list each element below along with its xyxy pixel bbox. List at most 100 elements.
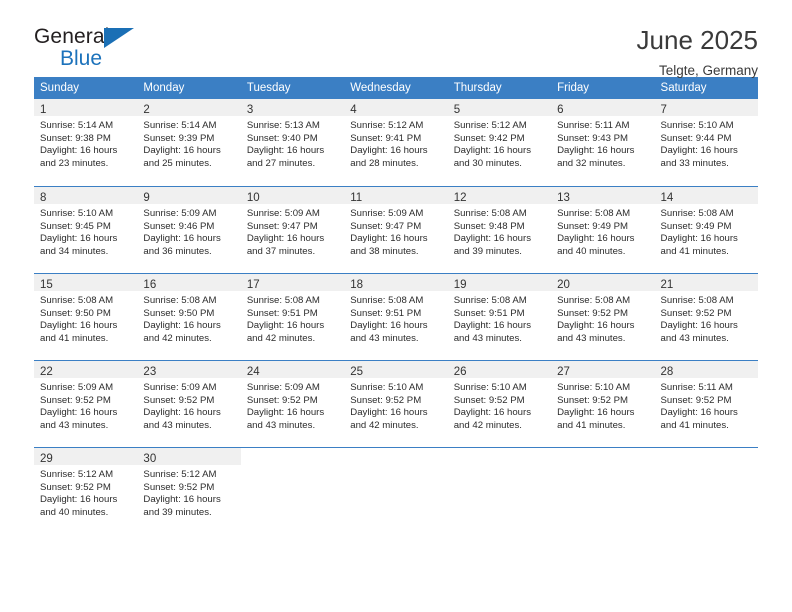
- day-detail-line: Sunset: 9:51 PM: [246, 307, 318, 319]
- day-detail-line: Sunset: 9:41 PM: [350, 132, 422, 144]
- day-detail-line: Sunrise: 5:12 AM: [350, 120, 424, 131]
- day-number: 1: [40, 104, 47, 116]
- day-detail-line: Sunrise: 5:08 AM: [660, 208, 734, 219]
- day-number: 8: [40, 192, 47, 204]
- calendar-day-cell[interactable]: 1 Sunrise: 5:14 AM Sunset: 9:38 PM Daylight…: [34, 99, 138, 186]
- day-detail-line: Sunrise: 5:08 AM: [40, 295, 114, 306]
- day-detail-line: and 32 minutes.: [557, 157, 626, 169]
- day-number-band: 15: [34, 274, 138, 291]
- day-detail-line: and 39 minutes.: [143, 506, 212, 518]
- generalblue-logo[interactable]: General Blue: [34, 26, 184, 76]
- calendar-day-cell[interactable]: 18 Sunrise: 5:08 AM Sunset: 9:51 PM Dayligh…: [344, 274, 448, 360]
- calendar-day-cell[interactable]: 28 Sunrise: 5:11 AM Sunset: 9:52 PM Dayligh…: [654, 361, 758, 447]
- day-detail-line: Daylight: 16 hours: [660, 407, 738, 419]
- day-detail-line: Daylight: 16 hours: [246, 320, 325, 332]
- calendar-day-cell[interactable]: 3 Sunrise: 5:13 AM Sunset: 9:40 PM Daylight…: [240, 99, 345, 186]
- calendar-day-cell[interactable]: 15 Sunrise: 5:08 AM Sunset: 9:50 PM Dayligh…: [34, 274, 138, 360]
- day-number-band: 21: [654, 274, 758, 291]
- weekday-header-row: Sunday Monday Tuesday Wednesday Thursday Frid…: [34, 77, 758, 99]
- calendar-day-cell-empty: [240, 448, 345, 534]
- day-number: 5: [453, 104, 461, 116]
- day-number-band: 25: [344, 361, 448, 378]
- day-number-band: 5: [447, 99, 552, 116]
- day-number-band: 20: [551, 274, 655, 291]
- calendar-day-cell[interactable]: 2 Sunrise: 5:14 AM Sunset: 9:39 PM Daylight…: [137, 99, 241, 186]
- day-detail-line: Sunrise: 5:12 AM: [143, 469, 217, 480]
- day-detail-line: Sunset: 9:52 PM: [40, 394, 111, 406]
- calendar-day-cell[interactable]: 19 Sunrise: 5:08 AM Sunset: 9:51 PM Dayligh…: [447, 274, 552, 360]
- day-detail-line: Daylight: 16 hours: [40, 145, 118, 157]
- day-detail-line: and 41 minutes.: [557, 419, 626, 431]
- calendar-day-cell[interactable]: 6 Sunrise: 5:11 AM Sunset: 9:43 PM Daylight…: [551, 99, 655, 186]
- calendar-page: General Blue June 2025 Telgte, Germany S…: [0, 0, 792, 612]
- day-detail-line: Sunrise: 5:09 AM: [350, 208, 424, 219]
- day-number: 25: [350, 366, 364, 378]
- calendar-day-cell-empty: [344, 448, 448, 534]
- calendar-day-cell[interactable]: 25 Sunrise: 5:10 AM Sunset: 9:52 PM Dayligh…: [344, 361, 448, 447]
- logo-text-blue: Blue: [60, 47, 103, 70]
- calendar-day-cell[interactable]: 20 Sunrise: 5:08 AM Sunset: 9:52 PM Dayligh…: [551, 274, 655, 360]
- day-detail-line: Sunrise: 5:08 AM: [350, 295, 424, 306]
- day-number: 22: [40, 366, 53, 378]
- day-detail-line: Daylight: 16 hours: [246, 145, 325, 157]
- day-details: Sunrise: 5:08 AM Sunset: 9:51 PM Daylight:…: [241, 291, 344, 345]
- day-detail-line: Sunset: 9:52 PM: [143, 394, 215, 406]
- day-detail-line: Sunset: 9:47 PM: [350, 220, 422, 232]
- day-number-band: 28: [654, 361, 758, 378]
- calendar-day-cell[interactable]: 22 Sunrise: 5:09 AM Sunset: 9:52 PM Dayligh…: [34, 361, 138, 447]
- day-number: 30: [143, 453, 157, 465]
- day-detail-line: Sunset: 9:40 PM: [246, 132, 318, 144]
- calendar-day-cell[interactable]: 21 Sunrise: 5:08 AM Sunset: 9:52 PM Dayligh…: [654, 274, 758, 360]
- calendar-day-cell[interactable]: 5 Sunrise: 5:12 AM Sunset: 9:42 PM Daylight…: [447, 99, 552, 186]
- day-number-band: 30: [137, 448, 241, 465]
- calendar-day-cell[interactable]: 13 Sunrise: 5:08 AM Sunset: 9:49 PM Dayligh…: [551, 187, 655, 273]
- day-detail-line: and 42 minutes.: [350, 419, 419, 431]
- day-detail-line: Daylight: 16 hours: [143, 233, 221, 245]
- day-number: 20: [557, 279, 570, 291]
- day-number: 15: [40, 279, 53, 291]
- calendar-day-cell[interactable]: 30 Sunrise: 5:12 AM Sunset: 9:52 PM Dayligh…: [137, 448, 241, 534]
- day-detail-line: Daylight: 16 hours: [143, 407, 221, 419]
- day-number: 24: [246, 366, 260, 378]
- calendar-day-cell[interactable]: 27 Sunrise: 5:10 AM Sunset: 9:52 PM Dayligh…: [551, 361, 655, 447]
- day-detail-line: Daylight: 16 hours: [350, 233, 428, 245]
- calendar-day-cell[interactable]: 9 Sunrise: 5:09 AM Sunset: 9:46 PM Daylight…: [137, 187, 241, 273]
- calendar-day-cell[interactable]: 23 Sunrise: 5:09 AM Sunset: 9:52 PM Dayligh…: [137, 361, 241, 447]
- calendar-day-cell[interactable]: 8 Sunrise: 5:10 AM Sunset: 9:45 PM Daylight…: [34, 187, 138, 273]
- day-number: 23: [143, 366, 157, 378]
- calendar-day-cell[interactable]: 10 Sunrise: 5:09 AM Sunset: 9:47 PM Dayligh…: [240, 187, 345, 273]
- calendar-day-cell[interactable]: 29 Sunrise: 5:12 AM Sunset: 9:52 PM Dayligh…: [34, 448, 138, 534]
- day-detail-line: Sunrise: 5:13 AM: [246, 120, 320, 131]
- calendar-day-cell[interactable]: 24 Sunrise: 5:09 AM Sunset: 9:52 PM Dayligh…: [240, 361, 345, 447]
- day-detail-line: and 39 minutes.: [453, 245, 522, 257]
- day-detail-line: Daylight: 16 hours: [557, 407, 635, 419]
- day-detail-line: Sunset: 9:51 PM: [453, 307, 525, 319]
- day-number: 27: [557, 366, 570, 378]
- day-details: [241, 465, 344, 469]
- day-detail-line: Sunset: 9:52 PM: [350, 394, 422, 406]
- calendar-day-cell[interactable]: 17 Sunrise: 5:08 AM Sunset: 9:51 PM Dayligh…: [240, 274, 345, 360]
- day-details: [448, 465, 551, 469]
- day-detail-line: Sunrise: 5:08 AM: [557, 295, 631, 306]
- day-detail-line: and 27 minutes.: [246, 157, 316, 169]
- day-details: Sunrise: 5:10 AM Sunset: 9:45 PM Daylight:…: [34, 204, 137, 258]
- day-detail-line: Sunset: 9:52 PM: [40, 481, 111, 493]
- day-detail-line: and 43 minutes.: [557, 332, 626, 344]
- calendar-day-cell[interactable]: 4 Sunrise: 5:12 AM Sunset: 9:41 PM Daylight…: [344, 99, 448, 186]
- day-detail-line: Daylight: 16 hours: [557, 320, 635, 332]
- calendar-day-cell[interactable]: 12 Sunrise: 5:08 AM Sunset: 9:48 PM Dayligh…: [447, 187, 552, 273]
- day-number: 12: [453, 192, 467, 204]
- calendar-day-cell[interactable]: 14 Sunrise: 5:08 AM Sunset: 9:49 PM Dayligh…: [654, 187, 758, 273]
- day-details: Sunrise: 5:14 AM Sunset: 9:38 PM Daylight:…: [34, 116, 137, 170]
- calendar-day-cell[interactable]: 16 Sunrise: 5:08 AM Sunset: 9:50 PM Dayligh…: [137, 274, 241, 360]
- calendar-day-cell[interactable]: 26 Sunrise: 5:10 AM Sunset: 9:52 PM Dayligh…: [447, 361, 552, 447]
- day-detail-line: Daylight: 16 hours: [350, 407, 428, 419]
- day-detail-line: Sunrise: 5:09 AM: [40, 382, 114, 393]
- weekday-header-tuesday: Tuesday: [246, 82, 291, 94]
- day-details: Sunrise: 5:09 AM Sunset: 9:47 PM Daylight:…: [241, 204, 344, 258]
- day-number-band: 6: [551, 99, 655, 116]
- calendar-day-cell[interactable]: 11 Sunrise: 5:09 AM Sunset: 9:47 PM Dayligh…: [344, 187, 448, 273]
- calendar-week-row: 22 Sunrise: 5:09 AM Sunset: 9:52 PM Dayligh…: [34, 360, 758, 447]
- calendar-day-cell[interactable]: 7 Sunrise: 5:10 AM Sunset: 9:44 PM Daylight…: [654, 99, 758, 186]
- day-details: Sunrise: 5:10 AM Sunset: 9:52 PM Daylight:…: [448, 378, 551, 432]
